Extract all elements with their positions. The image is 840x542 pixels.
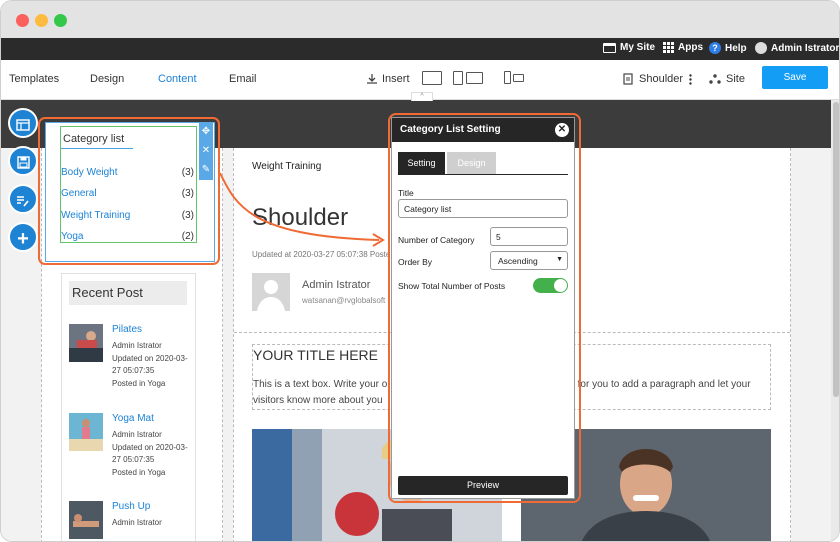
number-of-category-label: Number of Category — [398, 235, 475, 245]
number-of-category-field[interactable]: 5 — [490, 227, 568, 246]
post-thumbnail[interactable] — [69, 501, 103, 539]
tablet-landscape-icon[interactable] — [466, 72, 483, 84]
category-item[interactable]: Body Weight (3) — [61, 167, 196, 178]
post-updated: Updated on 2020-03-27 05:07:35 — [112, 353, 188, 376]
show-total-label: Show Total Number of Posts — [398, 281, 506, 291]
desktop-view-icon[interactable] — [422, 71, 442, 85]
edit-list-icon — [17, 196, 29, 207]
category-list-widget[interactable]: Category list Body Weight (3) General (3… — [60, 126, 197, 243]
app-window: My Site Apps ? Help Admin Istrator Templ… — [0, 0, 840, 542]
post-title-link[interactable]: Pilates — [112, 324, 142, 335]
tab-email[interactable]: Email — [229, 73, 257, 85]
plus-icon: + — [17, 228, 29, 250]
layout-icon — [16, 119, 30, 131]
close-window-button[interactable] — [16, 14, 29, 27]
post-title-link[interactable]: Push Up — [112, 501, 150, 512]
recent-post-widget: Recent Post Pilates Admin Istrator Updat… — [61, 273, 196, 541]
post-thumbnail[interactable] — [69, 324, 103, 362]
dialog-title: Category List Setting — [392, 118, 574, 142]
site-menu[interactable]: Site — [709, 73, 745, 85]
mobile-portrait-icon[interactable] — [504, 71, 511, 84]
tab-setting[interactable]: Setting — [398, 152, 445, 174]
tab-templates[interactable]: Templates — [9, 73, 59, 85]
show-total-toggle[interactable] — [533, 278, 568, 293]
tab-content[interactable]: Content — [158, 73, 197, 85]
sitemap-icon — [709, 74, 721, 84]
edit-content-button[interactable] — [8, 184, 38, 214]
text-box-title: YOUR TITLE HERE — [253, 347, 378, 363]
category-item[interactable]: Yoga (2) — [61, 231, 196, 242]
post-author: Admin Istrator — [112, 518, 162, 527]
author-name: Admin Istrator — [302, 279, 371, 291]
title-bar — [1, 1, 839, 38]
preview-button[interactable]: Preview — [398, 476, 568, 495]
breadcrumb[interactable]: Weight Training — [252, 161, 321, 172]
add-element-button[interactable]: + — [8, 222, 38, 252]
category-item[interactable]: General (3) — [61, 188, 196, 199]
save-icon — [16, 156, 30, 169]
user-silhouette-icon — [257, 280, 285, 311]
widget-tool-strip: ✥ ✕ ✎ — [199, 122, 213, 180]
tab-design-dialog[interactable]: Design — [447, 152, 496, 174]
grid-icon — [663, 42, 674, 53]
avatar — [252, 273, 290, 311]
layout-button[interactable] — [8, 108, 38, 138]
dialog-close-icon[interactable]: ✕ — [555, 123, 569, 137]
category-list-setting-dialog: Category List Setting ✕ Setting Design T… — [391, 117, 575, 499]
mobile-landscape-icon[interactable] — [513, 74, 524, 82]
save-layout-button[interactable] — [8, 146, 38, 176]
maximize-window-button[interactable] — [54, 14, 67, 27]
download-icon — [367, 74, 377, 84]
page-selector[interactable]: Shoulder — [623, 73, 692, 85]
page-title: Shoulder — [252, 204, 349, 231]
close-icon[interactable]: ✕ — [199, 141, 213, 160]
top-admin-bar: My Site Apps ? Help Admin Istrator — [1, 38, 839, 60]
help-icon: ? — [709, 42, 721, 54]
post-author: Admin Istrator — [112, 430, 162, 439]
order-by-label: Order By — [398, 257, 433, 267]
scrollbar-thumb[interactable] — [833, 102, 839, 397]
my-site-link[interactable]: My Site — [603, 42, 655, 53]
author-email: watsanan@rvglobalsoft — [302, 296, 386, 305]
apps-link[interactable]: Apps — [663, 42, 703, 53]
updated-timestamp: Updated at 2020-03-27 05:07:38 Poste — [252, 250, 391, 259]
more-vertical-icon[interactable] — [689, 73, 692, 85]
tab-design[interactable]: Design — [90, 73, 124, 85]
chevron-down-icon: ▼ — [556, 256, 563, 263]
collapse-toolbar-tab[interactable]: ^ — [411, 92, 433, 101]
post-updated: Updated on 2020-03-27 05:07:35 — [112, 442, 188, 465]
move-icon[interactable]: ✥ — [199, 122, 213, 141]
post-thumbnail[interactable] — [69, 413, 103, 451]
user-menu[interactable]: Admin Istrator — [755, 42, 839, 54]
recent-post-title: Recent Post — [69, 281, 187, 305]
editor-canvas: ^ Recent Post Pilates Admin Istrator Upd… — [1, 92, 839, 541]
order-by-select[interactable]: Ascending ▼ — [490, 251, 568, 270]
edit-pencil-icon[interactable]: ✎ — [199, 160, 213, 179]
post-title-link[interactable]: Yoga Mat — [112, 413, 154, 424]
tablet-portrait-icon[interactable] — [453, 71, 463, 85]
post-category: Posted in Yoga — [112, 378, 166, 388]
insert-button[interactable]: Insert — [366, 73, 410, 85]
category-item[interactable]: Weight Training (3) — [61, 210, 196, 221]
title-field[interactable]: Category list — [398, 199, 568, 218]
help-link[interactable]: ? Help — [709, 42, 747, 54]
user-avatar-icon — [755, 42, 767, 54]
minimize-window-button[interactable] — [35, 14, 48, 27]
browser-window-icon — [603, 42, 616, 53]
post-category: Posted in Yoga — [112, 467, 166, 477]
save-button[interactable]: Save — [762, 66, 828, 89]
title-label: Title — [398, 188, 414, 198]
page-icon — [623, 73, 633, 85]
post-author: Admin Istrator — [112, 341, 162, 350]
category-list-title: Category list — [63, 133, 125, 145]
